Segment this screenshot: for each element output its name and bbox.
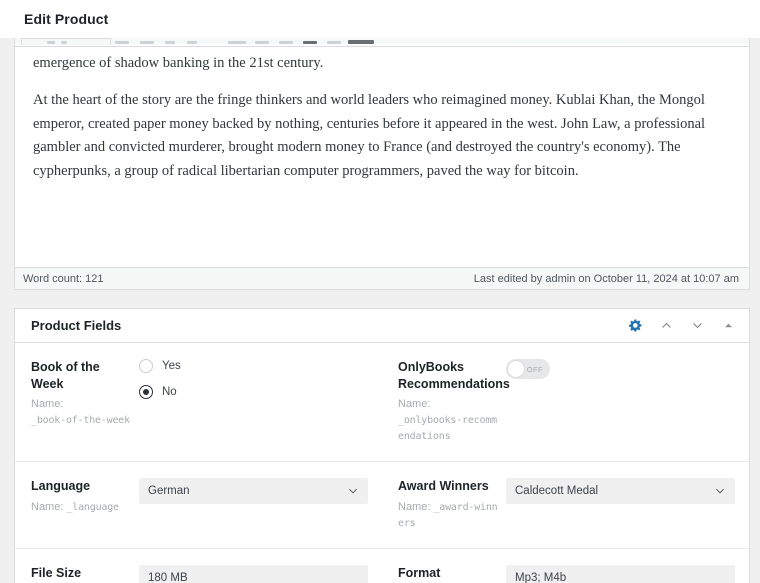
- field-label: Language: [31, 479, 91, 494]
- page-header: Edit Product: [0, 0, 760, 38]
- field-name: Name: _award-winners: [398, 500, 498, 529]
- toolbar-quote-icon[interactable]: [165, 41, 175, 44]
- editor-status-bar: Word count: 121 Last edited by admin on …: [15, 267, 749, 289]
- toolbar-bullet-list-icon[interactable]: [115, 41, 129, 44]
- radio-circle-icon[interactable]: [139, 359, 153, 373]
- product-fields-header: Product Fields: [15, 309, 749, 343]
- field-row: File Size This field is for E-books and …: [15, 549, 749, 583]
- input-value: 180 MB: [148, 571, 188, 583]
- field-book-of-the-week: Book of the Week Name: _book-of-the-week…: [15, 343, 382, 461]
- field-control: 180 MB: [139, 564, 368, 583]
- select-language[interactable]: German: [139, 478, 368, 505]
- input-format[interactable]: Mp3; M4b: [506, 564, 735, 583]
- field-meta: Language Name: _language: [31, 478, 139, 532]
- toggle-onlybooks-recommendations[interactable]: OFF: [506, 359, 550, 379]
- toolbar-align-left-icon[interactable]: [187, 41, 197, 44]
- toolbar-numbered-list-icon[interactable]: [140, 41, 154, 44]
- editor-paragraph: emergence of shadow banking in the 21st …: [33, 55, 324, 71]
- product-fields-header-actions: [626, 317, 737, 335]
- field-row: Book of the Week Name: _book-of-the-week…: [15, 343, 749, 463]
- field-name: Name: _onlybooks-recommendations: [398, 398, 497, 443]
- chevron-down-icon[interactable]: [347, 485, 359, 497]
- gear-icon[interactable]: [626, 317, 644, 335]
- field-name: Name: _language: [31, 500, 119, 513]
- content-editor-panel: emergence of shadow banking in the 21st …: [14, 38, 750, 290]
- field-meta: Book of the Week Name: _book-of-the-week: [31, 359, 139, 445]
- product-fields-panel: Product Fields Book of the Week Name: _b…: [14, 308, 750, 583]
- toolbar-align-right-icon[interactable]: [255, 41, 269, 44]
- field-control: OFF: [506, 359, 735, 445]
- toolbar-italic-icon[interactable]: [61, 41, 67, 44]
- field-control: Caldecott Medal: [506, 478, 735, 532]
- toolbar-bold-icon[interactable]: [47, 41, 55, 44]
- field-language: Language Name: _language German: [15, 462, 382, 548]
- field-control: German: [139, 478, 368, 532]
- field-label: File Size: [31, 565, 82, 580]
- toolbar-more-icon[interactable]: [327, 41, 341, 44]
- field-meta: File Size This field is for E-books and …: [31, 565, 139, 583]
- editor-toolbar-clipped[interactable]: [15, 38, 749, 47]
- field-label: OnlyBooks Recommendations: [398, 360, 510, 391]
- chevron-down-icon[interactable]: [688, 317, 706, 335]
- radio-option-yes[interactable]: Yes: [139, 359, 368, 373]
- radio-label: Yes: [162, 360, 181, 372]
- toolbar-align-center-icon[interactable]: [228, 41, 246, 44]
- toolbar-unlink-icon[interactable]: [303, 41, 317, 44]
- field-label: Format: [398, 565, 441, 580]
- panel-divider-gap: [0, 290, 760, 308]
- field-label: Book of the Week: [31, 360, 100, 391]
- field-onlybooks-recommendations: OnlyBooks Recommendations Name: _onlyboo…: [382, 343, 749, 461]
- field-meta: OnlyBooks Recommendations Name: _onlyboo…: [398, 359, 510, 445]
- radio-group-book-of-the-week: Yes No: [139, 359, 368, 445]
- toolbar-fullscreen-icon[interactable]: [348, 40, 374, 44]
- field-name: Name: _book-of-the-week: [31, 398, 130, 427]
- field-award-winners: Award Winners Name: _award-winners Calde…: [382, 462, 749, 548]
- last-edited-label: Last edited by admin on October 11, 2024…: [473, 272, 739, 285]
- radio-label: No: [162, 386, 177, 398]
- chevron-down-icon[interactable]: [714, 485, 726, 497]
- word-count-label: Word count: 121: [23, 272, 104, 285]
- input-file-size[interactable]: 180 MB: [139, 564, 368, 583]
- chevron-up-icon[interactable]: [657, 317, 675, 335]
- radio-circle-checked-icon[interactable]: [139, 385, 153, 399]
- editor-content-area[interactable]: emergence of shadow banking in the 21st …: [15, 39, 749, 264]
- field-meta: Award Winners Name: _award-winners: [398, 478, 506, 532]
- select-value: Caldecott Medal: [515, 485, 599, 498]
- field-format: Format Name: format Mp3; M4b: [382, 549, 749, 583]
- select-award-winners[interactable]: Caldecott Medal: [506, 478, 735, 505]
- page-title: Edit Product: [24, 11, 109, 27]
- toggle-knob: [507, 360, 525, 378]
- input-value: Mp3; M4b: [515, 571, 567, 583]
- collapse-triangle-icon[interactable]: [719, 317, 737, 335]
- field-control: Mp3; M4b: [506, 564, 735, 583]
- toggle-state-label: OFF: [526, 364, 543, 374]
- radio-option-no[interactable]: No: [139, 385, 368, 399]
- product-fields-title: Product Fields: [31, 318, 122, 333]
- select-value: German: [148, 485, 190, 498]
- field-file-size: File Size This field is for E-books and …: [15, 549, 382, 583]
- toolbar-link-icon[interactable]: [279, 41, 293, 44]
- field-label: Award Winners: [398, 479, 489, 494]
- field-meta: Format Name: format: [398, 565, 506, 583]
- editor-paragraph: At the heart of the story are the fringe…: [33, 92, 706, 179]
- field-row: Language Name: _language German Award Wi…: [15, 462, 749, 549]
